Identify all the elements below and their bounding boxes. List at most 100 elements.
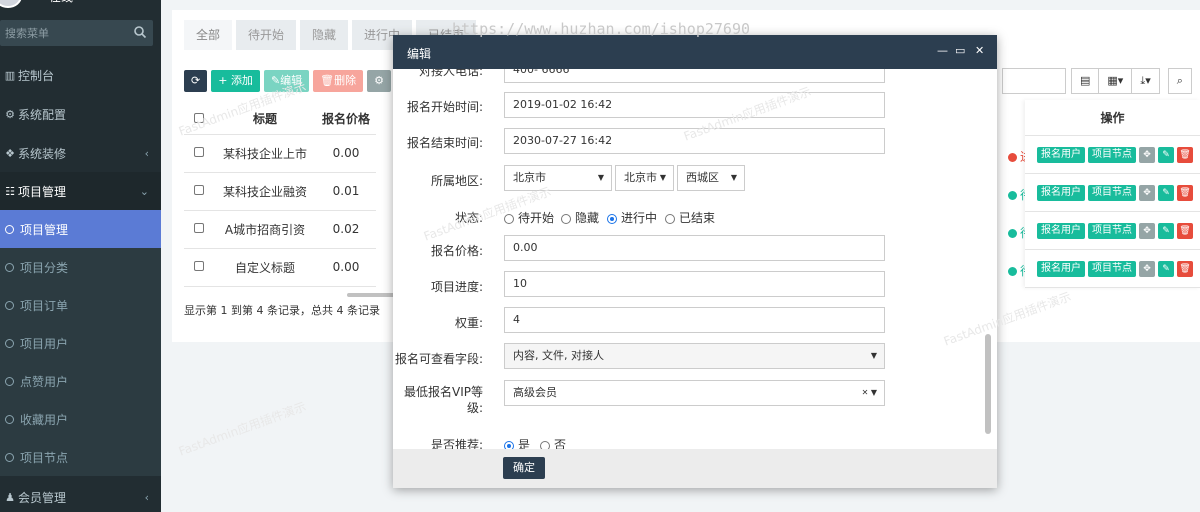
minimize-icon[interactable]: — [937,44,948,57]
chevron-left-icon: ‹ [144,490,149,504]
row-price: 0.00 [316,134,376,173]
pagination-info: 显示第 1 到第 4 条记录，总共 4 条记录 [184,304,380,317]
row-price: 0.01 [316,172,376,211]
row-checkbox[interactable] [194,185,204,195]
maximize-icon[interactable]: ▭ [955,44,965,57]
sidebar-subitem-orders[interactable]: 项目订单 [0,286,161,324]
project-nodes-button[interactable]: 项目节点 [1088,260,1136,277]
table-search-input[interactable] [1002,68,1066,94]
trash-icon[interactable]: 🗑 [1177,184,1193,201]
recommend-no[interactable]: 否 [540,436,566,449]
signup-users-button[interactable]: 报名用户 [1037,184,1085,201]
status-option-hidden[interactable]: 隐藏 [561,209,599,226]
vip-level-select[interactable]: 高级会员 ✕ ▼ [504,380,885,406]
district-select[interactable]: 西城区 ▼ [677,165,745,191]
edit-icon[interactable]: ✎ [1158,260,1174,277]
sidebar-item-dashboard[interactable]: ▥ 控制台 [0,56,161,94]
signup-users-button[interactable]: 报名用户 [1037,146,1085,163]
drag-handle-icon[interactable]: ✥ [1139,260,1155,277]
radio-button-selected[interactable] [504,440,514,449]
sidebar-item-project-mgmt[interactable]: ☷ 项目管理 ⌄ [0,172,161,210]
phone-input[interactable]: 400- 6666 [504,69,885,83]
city-select[interactable]: 北京市 ▼ [615,165,674,191]
project-nodes-button[interactable]: 项目节点 [1088,184,1136,201]
row-checkbox[interactable] [194,261,204,271]
select-all-checkbox[interactable] [194,112,204,123]
table-tools: ▤ ▦▾ ⤓▾ ⌕ [1071,68,1192,94]
radio-button-selected[interactable] [607,213,617,224]
price-input[interactable]: 0.00 [504,235,885,261]
radio-button[interactable] [561,213,571,224]
sidebar-item-system-config[interactable]: ⚙ 系统配置 [0,95,161,133]
project-nodes-button[interactable]: 项目节点 [1088,222,1136,239]
row-checkbox[interactable] [194,223,204,233]
weight-input[interactable]: 4 [504,307,885,333]
ops-row: 报名用户 项目节点 ✥ ✎ 🗑 [1025,250,1200,288]
status-option-finished[interactable]: 已结束 [665,209,715,226]
delete-button[interactable]: 🗑删除 [313,70,364,92]
project-nodes-button[interactable]: 项目节点 [1088,146,1136,163]
trash-icon[interactable]: 🗑 [1177,222,1193,239]
start-time-input[interactable]: 2019-01-02 16:42 [504,92,885,118]
columns-button[interactable]: ▦▾ [1098,68,1133,94]
drag-handle-icon[interactable]: ✥ [1139,222,1155,239]
col-title[interactable]: 标题 [214,104,316,135]
province-select[interactable]: 北京市 ▼ [504,165,612,191]
sidebar-subitem-nodes[interactable]: 项目节点 [0,438,161,476]
signup-users-button[interactable]: 报名用户 [1037,260,1085,277]
sidebar-search [0,20,153,46]
refresh-icon: ⟳ [191,74,201,87]
modal-scrollbar[interactable] [985,334,991,434]
close-icon[interactable]: ✕ [975,44,984,57]
tab-all[interactable]: 全部 [184,20,233,50]
sidebar-subitem-project[interactable]: 项目管理 [0,210,161,248]
edit-button[interactable]: ✎编辑 [263,70,310,92]
status-option-ongoing[interactable]: 进行中 [607,209,657,226]
col-price[interactable]: 报名价格 [316,104,376,135]
row-checkbox[interactable] [194,147,204,157]
modal-footer: 确定 [393,449,997,488]
refresh-button[interactable]: ⟳ [184,70,208,92]
row-title: 某科技企业融资 [214,172,316,211]
status-option-pending[interactable]: 待开始 [504,209,554,226]
radio-button[interactable] [540,440,550,449]
sidebar-subitem-likes[interactable]: 点赞用户 [0,362,161,400]
bar-chart-icon: ▥ [4,68,16,82]
sidebar: 在线 ▥ 控制台 ⚙ 系统配置 ❖ 系统装修 ‹ ☷ 项目管理 ⌄ 项目管理 项… [0,0,161,512]
progress-input[interactable]: 10 [504,271,885,297]
sidebar-item-system-decor[interactable]: ❖ 系统装修 ‹ [0,134,161,172]
table-header-row: 标题 报名价格 [184,104,376,135]
toggle-view-button[interactable]: ▤ [1071,68,1100,94]
edit-icon[interactable]: ✎ [1158,222,1174,239]
status-row: 状态: 待开始 隐藏 进行中 已结束 [454,209,716,226]
more-button[interactable]: ⚙ [367,70,391,92]
circle-icon [5,300,14,310]
sidebar-subitem-category[interactable]: 项目分类 [0,248,161,286]
drag-handle-icon[interactable]: ✥ [1139,146,1155,163]
tab-hidden[interactable]: 隐藏 [300,20,349,50]
export-button[interactable]: ⤓▾ [1131,68,1160,94]
signup-users-button[interactable]: 报名用户 [1037,222,1085,239]
confirm-button[interactable]: 确定 [503,457,545,479]
search-toggle-button[interactable]: ⌕ [1167,68,1192,94]
search-icon[interactable] [133,25,147,39]
drag-handle-icon[interactable]: ✥ [1139,184,1155,201]
add-button[interactable]: + 添加 [211,70,260,92]
radio-button[interactable] [665,213,675,224]
tab-pending[interactable]: 待开始 [236,20,297,50]
search-icon: ⌕ [1176,74,1183,87]
edit-icon[interactable]: ✎ [1158,184,1174,201]
trash-icon[interactable]: 🗑 [1177,146,1193,163]
status-dot [1008,153,1017,162]
sidebar-search-input[interactable] [0,20,130,46]
sidebar-subitem-favorites[interactable]: 收藏用户 [0,400,161,438]
visible-fields-select[interactable]: 内容, 文件, 对接人 ▼ [504,343,885,369]
recommend-yes[interactable]: 是 [504,436,530,449]
sitemap-icon: ☷ [5,184,15,198]
edit-icon[interactable]: ✎ [1158,146,1174,163]
sidebar-item-members[interactable]: ♟ 会员管理 ‹ [0,478,161,512]
radio-button[interactable] [504,213,514,224]
sidebar-subitem-users[interactable]: 项目用户 [0,324,161,362]
trash-icon[interactable]: 🗑 [1177,260,1193,277]
end-time-input[interactable]: 2030-07-27 16:42 [504,128,885,154]
